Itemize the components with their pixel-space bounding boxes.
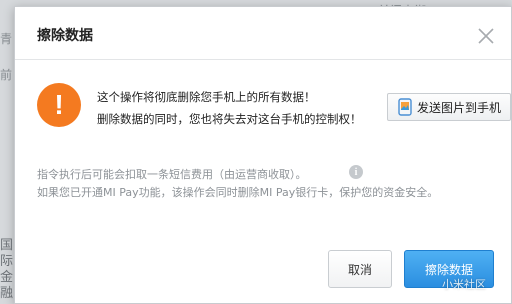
sms-fee-note: 指令执行后可能会扣取一条短信费用（由运营商收取）。 — [37, 168, 307, 181]
map-label: 国际金融 — [0, 238, 14, 301]
warning-icon-glyph: ! — [54, 89, 64, 120]
map-label: 前 — [0, 68, 13, 82]
send-image-to-phone-button[interactable]: 发送图片到手机 — [387, 93, 511, 121]
send-button-label: 发送图片到手机 — [417, 100, 502, 115]
warning-icon: ! — [37, 83, 81, 127]
cancel-button[interactable]: 取消 — [328, 250, 392, 288]
map-label: 青 — [0, 32, 13, 46]
dialog-title: 擦除数据 — [37, 28, 93, 44]
warning-message-line2: 删除数据的同时，您也将失去对这台手机的控制权！ — [97, 112, 362, 126]
dialog-header: 擦除数据 — [15, 7, 511, 59]
info-icon-glyph: i — [354, 166, 358, 178]
close-icon[interactable] — [477, 27, 495, 45]
mi-pay-note: 如果您已开通MI Pay功能，该操作会同时删除MI Pay银行卡，保护您的资金安… — [37, 186, 439, 199]
watermark: 小米社区 — [442, 278, 486, 291]
warning-message-line1: 这个操作将彻底删除您手机上的所有数据！ — [97, 90, 316, 104]
info-icon[interactable]: i — [349, 165, 363, 179]
header-divider — [15, 59, 511, 60]
phone-image-icon — [398, 98, 412, 116]
erase-data-dialog: 擦除数据 ! 这个操作将彻底删除您手机上的所有数据！ 删除数据的同时，您也将失去… — [14, 6, 512, 304]
